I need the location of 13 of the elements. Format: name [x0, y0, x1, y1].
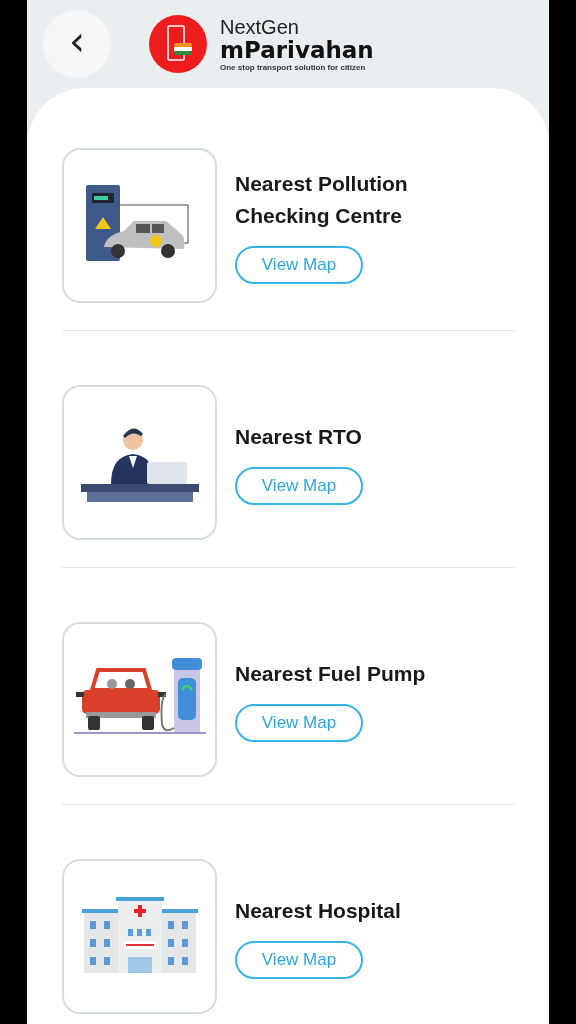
view-map-button[interactable]: View Map	[235, 466, 363, 505]
service-title: Nearest Fuel Pump	[235, 660, 426, 687]
service-title: Nearest RTO	[235, 423, 362, 450]
view-map-button[interactable]: View Map	[235, 703, 363, 742]
brand-name: mParivahan	[220, 37, 374, 63]
service-title: Nearest Hospital	[235, 897, 401, 924]
brand-tagline: One stop transport solution for citizen	[220, 62, 367, 73]
view-map-button[interactable]: View Map	[235, 940, 363, 979]
logo-icon	[149, 15, 207, 73]
back-button[interactable]: ‹	[43, 10, 111, 78]
brand-subtitle: NextGen	[220, 15, 300, 38]
view-map-button[interactable]: View Map	[235, 245, 363, 284]
service-title: Nearest Pollution Checking Centre	[235, 170, 409, 229]
